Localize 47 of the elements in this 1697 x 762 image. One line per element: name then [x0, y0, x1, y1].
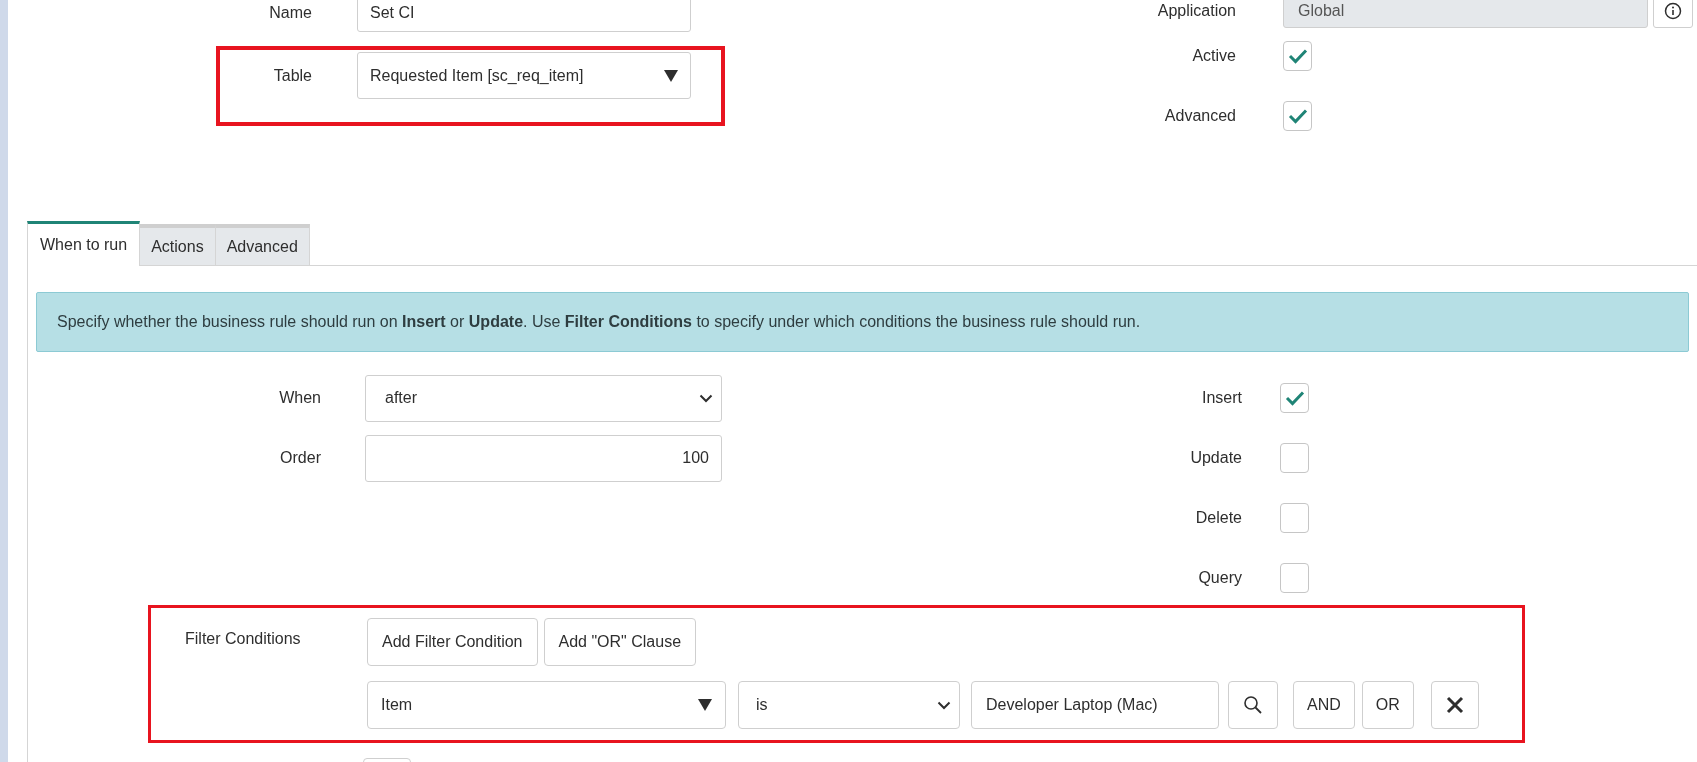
text-field[interactable]: Developer Laptop (Mac) [971, 681, 1219, 729]
tab[interactable]: Advanced [215, 224, 310, 265]
readonly-field: Global [1283, 0, 1648, 28]
button[interactable]: OR [1361, 681, 1414, 729]
button[interactable]: AND [1293, 681, 1355, 729]
button[interactable]: Add "OR" Clause [543, 618, 697, 666]
checkbox[interactable] [1280, 563, 1309, 593]
select-field[interactable]: Item [367, 681, 726, 729]
close-button[interactable] [1430, 681, 1479, 729]
check-icon [1287, 48, 1308, 64]
search-button[interactable] [1228, 681, 1278, 729]
checkbox[interactable] [1283, 101, 1312, 131]
tab[interactable]: Actions [140, 224, 216, 265]
select-field[interactable]: after [365, 374, 722, 422]
dropdown-triangle-icon [698, 699, 712, 711]
checkbox[interactable] [1280, 383, 1309, 413]
field-label: Update [1189, 448, 1242, 468]
select-field[interactable]: Requested Item [sc_req_item] [357, 52, 691, 99]
field-label: Query [1197, 568, 1242, 588]
checkbox[interactable] [1280, 443, 1309, 473]
text-field[interactable]: Set CI [357, 0, 691, 32]
close-icon [1445, 696, 1464, 714]
field-label: Order [279, 448, 321, 468]
chevron-down-icon [937, 700, 951, 710]
check-icon [1287, 108, 1308, 124]
info-banner: Specify whether the business rule should run on Insert or Update. Use Filter Conditions to specify under which conditions the business rule should run. [36, 292, 1689, 352]
select-field[interactable]: is [738, 681, 960, 729]
field-label: Filter Conditions [184, 629, 302, 649]
info-button[interactable] [1653, 0, 1693, 28]
field-label: When [278, 388, 321, 408]
field-label: Active [1191, 46, 1236, 66]
check-icon [1284, 390, 1305, 406]
field-label: Name [268, 3, 312, 23]
field-label: Delete [1194, 508, 1242, 528]
checkbox[interactable] [1280, 503, 1309, 533]
field-label: Table [272, 65, 312, 86]
button[interactable]: Add Filter Condition [367, 618, 538, 666]
tab[interactable]: When to run [27, 221, 141, 266]
number-field[interactable]: 100 [365, 434, 722, 482]
field-label: Advanced [1163, 106, 1236, 126]
checkbox[interactable] [1283, 41, 1312, 71]
search-icon [1243, 695, 1263, 715]
field-label: Application [1156, 1, 1236, 21]
dropdown-triangle-icon [664, 69, 678, 82]
field-label: Insert [1201, 388, 1242, 408]
info-icon [1664, 2, 1682, 20]
chevron-down-icon [699, 393, 713, 403]
